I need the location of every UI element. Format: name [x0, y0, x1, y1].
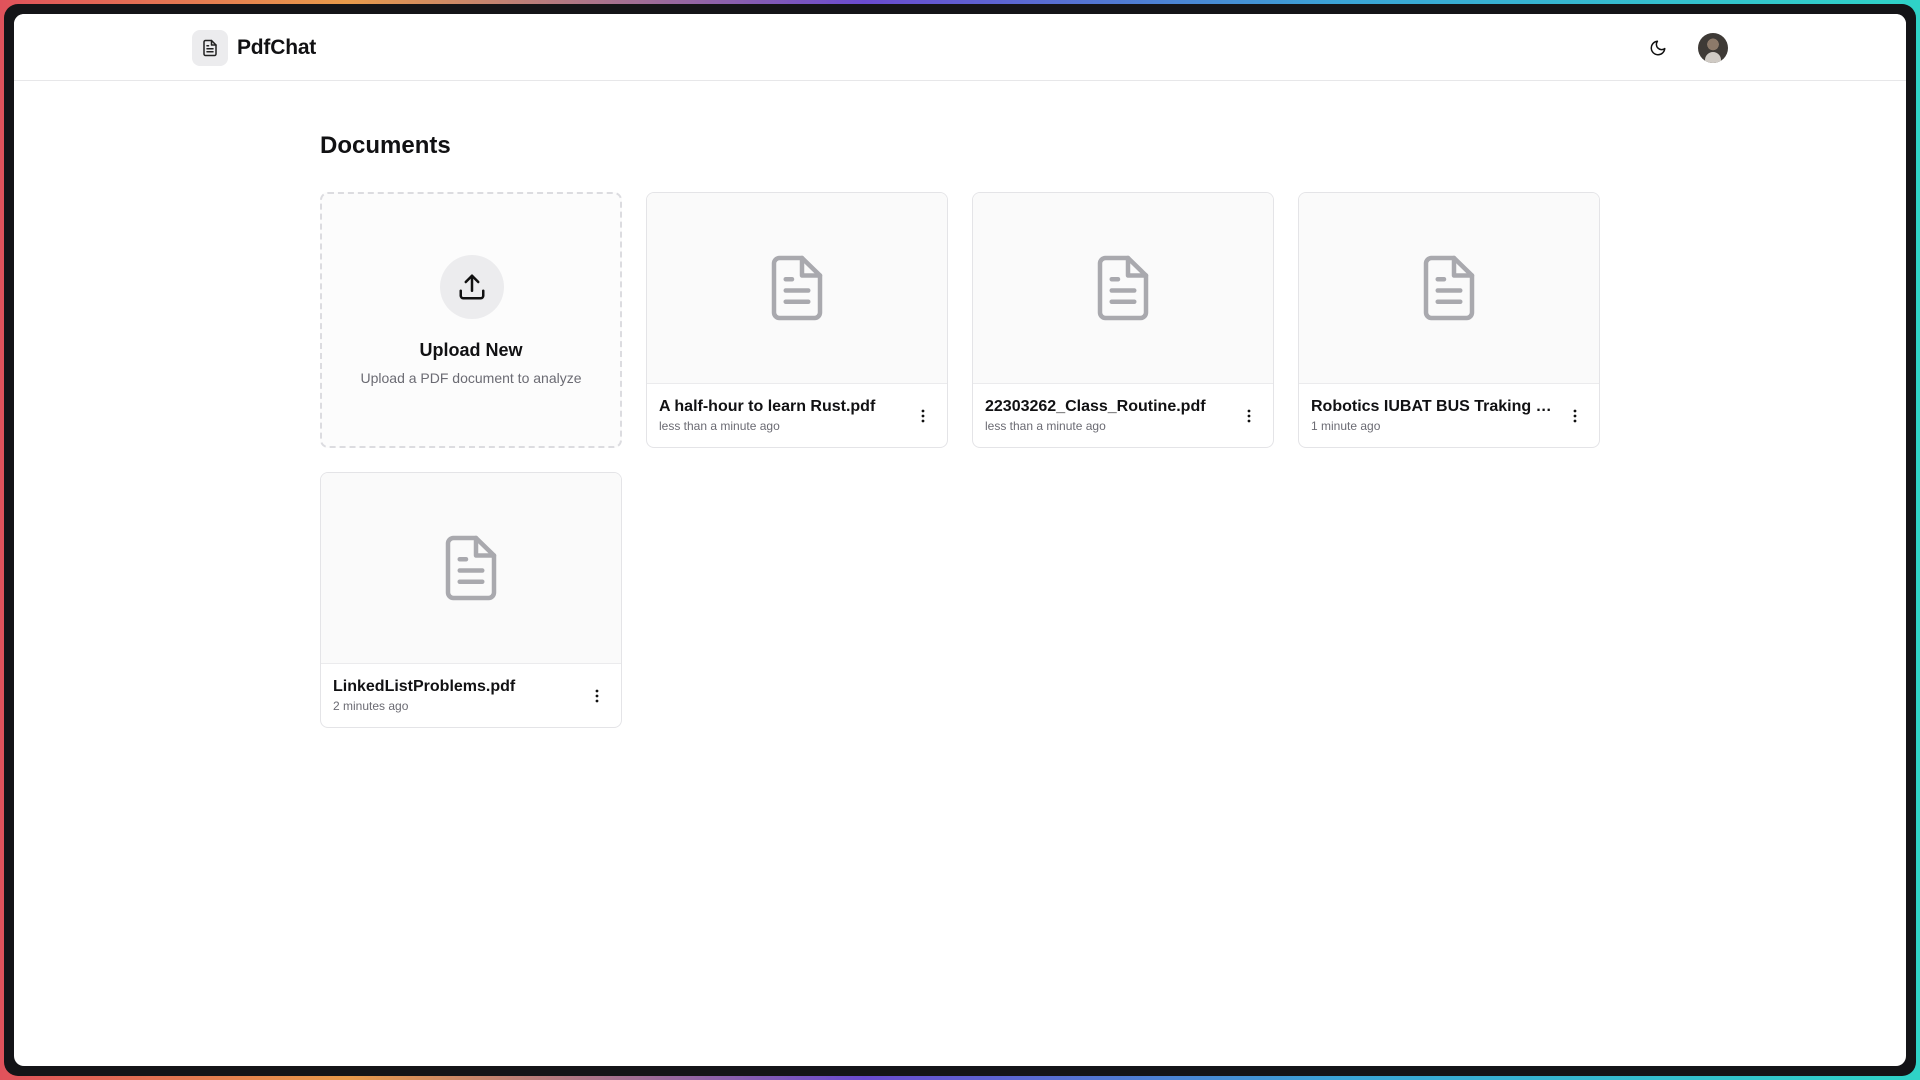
- moon-icon: [1650, 40, 1666, 56]
- file-text-icon: [445, 535, 497, 601]
- theme-toggle-button[interactable]: [1644, 34, 1672, 62]
- page-title: Documents: [320, 132, 451, 159]
- top-navbar: PdfChat: [14, 14, 1906, 81]
- file-text-icon: [192, 30, 228, 66]
- document-time: less than a minute ago: [659, 419, 780, 433]
- upload-new-card[interactable]: Upload New Upload a PDF document to anal…: [320, 192, 622, 448]
- document-info: 22303262_Class_Routine.pdf less than a m…: [973, 384, 1273, 447]
- document-preview: [647, 193, 947, 384]
- document-info: Robotics IUBAT BUS Traking System.pdf 1 …: [1299, 384, 1599, 447]
- app-window: PdfChat Documents Upload New Upload a PD…: [14, 14, 1906, 1066]
- document-card[interactable]: 22303262_Class_Routine.pdf less than a m…: [972, 192, 1274, 448]
- more-vertical-icon: [921, 409, 925, 423]
- brand[interactable]: PdfChat: [192, 30, 316, 66]
- document-card[interactable]: Robotics IUBAT BUS Traking System.pdf 1 …: [1298, 192, 1600, 448]
- document-time: 2 minutes ago: [333, 699, 409, 713]
- more-vertical-icon: [1247, 409, 1251, 423]
- document-time: 1 minute ago: [1311, 419, 1381, 433]
- document-preview: [1299, 193, 1599, 384]
- document-time: less than a minute ago: [985, 419, 1106, 433]
- file-text-icon: [1097, 255, 1149, 321]
- upload-subtitle: Upload a PDF document to analyze: [360, 370, 582, 386]
- document-menu-button[interactable]: [913, 406, 933, 426]
- document-card[interactable]: A half-hour to learn Rust.pdf less than …: [646, 192, 948, 448]
- document-info: A half-hour to learn Rust.pdf less than …: [647, 384, 947, 447]
- document-name: A half-hour to learn Rust.pdf: [659, 398, 876, 415]
- file-text-icon: [771, 255, 823, 321]
- document-menu-button[interactable]: [587, 686, 607, 706]
- document-name: 22303262_Class_Routine.pdf: [985, 398, 1206, 415]
- user-avatar[interactable]: [1698, 33, 1728, 63]
- app-name: PdfChat: [237, 36, 317, 59]
- document-menu-button[interactable]: [1565, 406, 1585, 426]
- document-preview: [321, 473, 621, 664]
- file-text-icon: [1423, 255, 1475, 321]
- upload-title: Upload New: [419, 340, 523, 360]
- document-name: LinkedListProblems.pdf: [333, 678, 516, 695]
- more-vertical-icon: [595, 689, 599, 703]
- document-name: Robotics IUBAT BUS Traking System.pdf: [1311, 398, 1557, 415]
- document-card[interactable]: LinkedListProblems.pdf 2 minutes ago: [320, 472, 622, 728]
- document-info: LinkedListProblems.pdf 2 minutes ago: [321, 664, 621, 727]
- more-vertical-icon: [1573, 409, 1577, 423]
- document-preview: [973, 193, 1273, 384]
- upload-icon: [440, 255, 504, 319]
- document-menu-button[interactable]: [1239, 406, 1259, 426]
